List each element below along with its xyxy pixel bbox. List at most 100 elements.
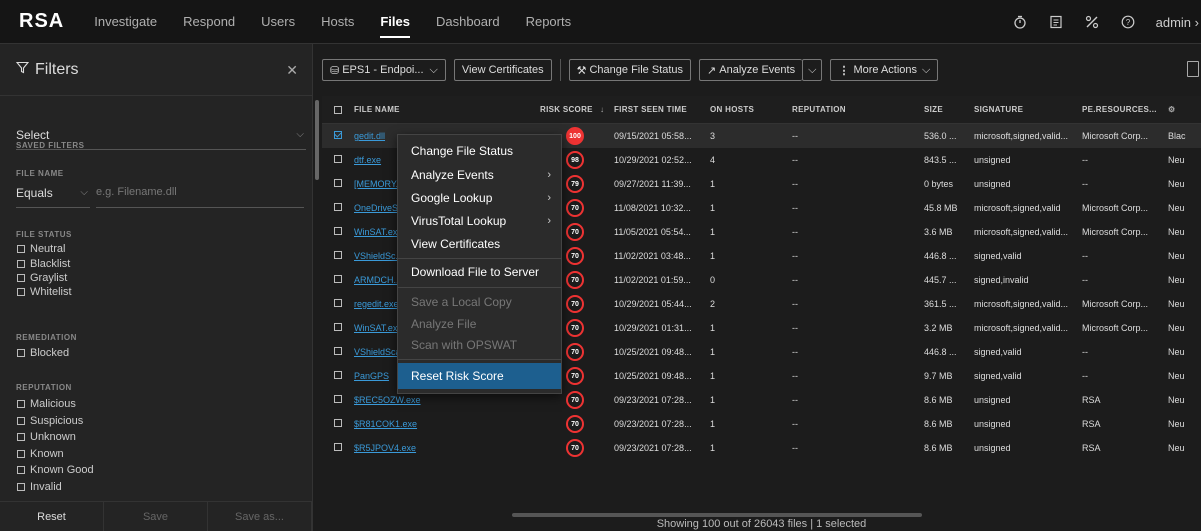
file-size: 8.6 MB	[924, 395, 953, 405]
nav-reports[interactable]: Reports	[526, 0, 572, 44]
row-checkbox[interactable]	[334, 371, 342, 379]
change-file-status-button[interactable]: ⚒ Change File Status	[568, 59, 692, 81]
col-size[interactable]: SIZE	[924, 105, 974, 114]
menu-analyze-file: Analyze File	[398, 313, 561, 335]
save-button[interactable]: Save	[104, 502, 208, 531]
row-checkbox[interactable]	[334, 347, 342, 355]
nav-investigate[interactable]: Investigate	[94, 0, 157, 44]
column-gear-icon[interactable]: ⚙	[1168, 105, 1188, 114]
more-vertical-icon: ⋮	[838, 64, 850, 77]
row-checkbox[interactable]	[334, 395, 342, 403]
file-name-link[interactable]: $R5JPOV4.exe	[350, 443, 540, 453]
nav-users[interactable]: Users	[261, 0, 295, 44]
risk-score-badge: 70	[566, 199, 584, 217]
menu-google-lookup[interactable]: Google Lookup ›	[398, 187, 561, 209]
file-name-link[interactable]: $REC5OZW.exe	[350, 395, 540, 405]
first-seen-time: 10/29/2021 01:31...	[614, 323, 692, 333]
reputation: --	[792, 323, 798, 333]
col-reputation[interactable]: REPUTATION	[792, 105, 924, 114]
row-checkbox[interactable]	[334, 299, 342, 307]
option-label: Blocked	[30, 347, 70, 359]
file-size: 446.8 ...	[924, 347, 957, 357]
row-checkbox[interactable]	[334, 323, 342, 331]
row-checkbox[interactable]	[334, 419, 342, 427]
risk-score-badge: 70	[566, 271, 584, 289]
row-checkbox[interactable]	[334, 155, 342, 163]
col-on-hosts[interactable]: ON HOSTS	[710, 105, 792, 114]
risk-score-badge: 70	[566, 343, 584, 361]
signature: signed,invalid	[974, 275, 1029, 285]
menu-label: Download File to Server	[411, 265, 540, 279]
timer-icon[interactable]	[1012, 14, 1028, 30]
report-icon[interactable]	[1048, 14, 1064, 30]
user-menu[interactable]: admin ›	[1156, 15, 1199, 30]
help-icon[interactable]: ?	[1120, 14, 1136, 30]
table-row[interactable]: $R5JPOV4.exe 70 09/23/2021 07:28... 1 -- 8.6 …	[322, 436, 1201, 460]
row-checkbox[interactable]	[334, 227, 342, 235]
risk-score-badge: 70	[566, 223, 584, 241]
select-all-checkbox[interactable]	[334, 105, 342, 114]
user-name: admin	[1155, 14, 1192, 30]
pe-resources: --	[1082, 275, 1088, 285]
status-graylist[interactable]: Graylist	[17, 272, 67, 284]
row-checkbox[interactable]	[334, 131, 342, 139]
menu-reset-risk-score[interactable]: Reset Risk Score	[398, 363, 561, 389]
analyze-events-button[interactable]: ↗ Analyze Events	[699, 59, 803, 81]
reset-button[interactable]: Reset	[0, 502, 104, 531]
menu-change-file-status[interactable]: Change File Status	[398, 140, 561, 162]
row-checkbox[interactable]	[334, 443, 342, 451]
filters-scrollbar[interactable]	[315, 100, 319, 180]
status-whitelist[interactable]: Whitelist	[17, 286, 72, 298]
col-pe-resources[interactable]: PE.RESOURCES...	[1082, 105, 1168, 114]
reputation-known[interactable]: Known	[17, 448, 64, 460]
menu-virustotal-lookup[interactable]: VirusTotal Lookup ›	[398, 210, 561, 232]
nav-dashboard[interactable]: Dashboard	[436, 0, 500, 44]
save-as-button[interactable]: Save as...	[208, 502, 312, 531]
nav-respond[interactable]: Respond	[183, 0, 235, 44]
file-name-link[interactable]: $R81COK1.exe	[350, 419, 540, 429]
signature: microsoft,signed,valid...	[974, 227, 1069, 237]
row-checkbox[interactable]	[334, 203, 342, 211]
view-certificates-button[interactable]: View Certificates	[453, 59, 552, 81]
saved-filters-select[interactable]: Select ⌵	[16, 128, 306, 150]
pe-resources: Microsoft Corp...	[1082, 299, 1149, 309]
reputation-malicious[interactable]: Malicious	[17, 398, 76, 410]
menu-analyze-events[interactable]: Analyze Events ›	[398, 164, 561, 186]
file-name-operator[interactable]: Equals ⌵	[16, 186, 90, 208]
reputation-known-good[interactable]: Known Good	[17, 464, 94, 476]
tools-icon[interactable]	[1084, 14, 1100, 30]
pe-resources: --	[1082, 347, 1088, 357]
filters-panel: Filters ✕ SAVED FILTERS Select ⌵ FILE NA…	[0, 44, 313, 531]
signature: unsigned	[974, 179, 1011, 189]
sort-down-icon[interactable]: ↓	[600, 105, 614, 114]
select-all-cell	[322, 103, 350, 117]
close-icon[interactable]: ✕	[286, 62, 298, 79]
row-checkbox[interactable]	[334, 251, 342, 259]
nav-hosts[interactable]: Hosts	[321, 0, 354, 44]
file-size: 45.8 MB	[924, 203, 958, 213]
column-settings-icon[interactable]	[1187, 61, 1199, 77]
row-checkbox[interactable]	[334, 179, 342, 187]
nav-files[interactable]: Files	[380, 0, 410, 44]
col-file-name[interactable]: FILE NAME	[350, 105, 540, 114]
reputation: --	[792, 299, 798, 309]
menu-download-file[interactable]: Download File to Server	[398, 261, 561, 283]
col-signature[interactable]: SIGNATURE	[974, 105, 1082, 114]
analyze-events-dropdown[interactable]: ⌵	[802, 59, 823, 81]
status-neutral[interactable]: Neutral	[17, 243, 65, 255]
row-checkbox[interactable]	[334, 275, 342, 283]
signature: unsigned	[974, 395, 1011, 405]
more-actions-button[interactable]: ⋮ More Actions ⌵	[830, 59, 939, 81]
reputation-invalid[interactable]: Invalid	[17, 481, 62, 493]
table-row[interactable]: $R81COK1.exe 70 09/23/2021 07:28... 1 -- 8.6 …	[322, 412, 1201, 436]
server-select[interactable]: ⛁ EPS1 - Endpoi... ⌵	[322, 59, 446, 81]
col-first-seen[interactable]: FIRST SEEN TIME	[614, 105, 710, 114]
reputation: --	[792, 227, 798, 237]
status-blacklist[interactable]: Blacklist	[17, 258, 70, 270]
reputation-unknown[interactable]: Unknown	[17, 431, 76, 443]
col-risk-score[interactable]: RISK SCORE	[540, 105, 600, 114]
remediation-blocked[interactable]: Blocked	[17, 347, 69, 359]
file-name-input[interactable]: e.g. Filename.dll	[96, 186, 304, 208]
reputation-suspicious[interactable]: Suspicious	[17, 415, 83, 427]
menu-view-certificates[interactable]: View Certificates	[398, 233, 561, 255]
